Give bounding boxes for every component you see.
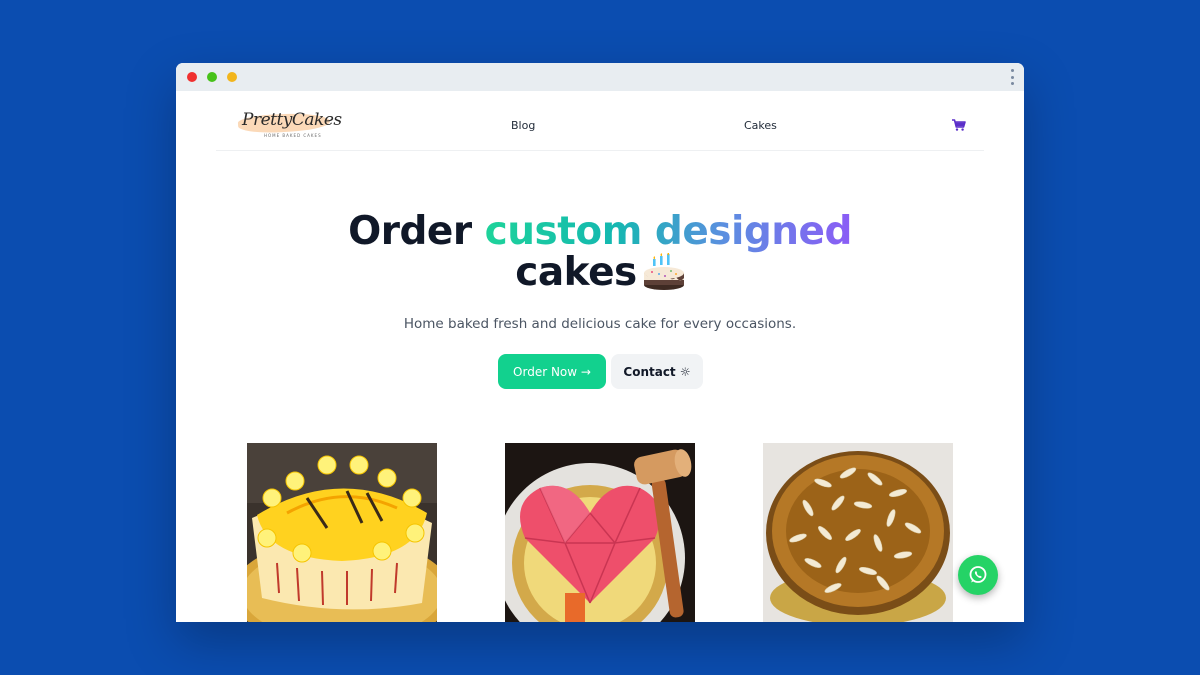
hero-title-part1: Order (348, 209, 485, 254)
birthday-cake-icon (643, 253, 684, 290)
minimize-window-dot[interactable] (227, 72, 237, 82)
logo-text: PrettyCakes (242, 110, 342, 130)
nav-link-blog[interactable]: Blog (511, 119, 535, 132)
yellow-cream-cake-photo[interactable] (247, 443, 437, 622)
nav-link-cakes[interactable]: Cakes (744, 119, 777, 132)
more-options-icon[interactable] (1011, 69, 1015, 85)
almond-topped-cake-photo[interactable] (763, 443, 953, 622)
browser-window: PrettyCakes HOME BAKED CAKES Blog Cakes … (176, 63, 1024, 622)
navbar: PrettyCakes HOME BAKED CAKES Blog Cakes (216, 91, 984, 151)
hero-title: Order custom designed cakes (176, 211, 1024, 293)
hero-title-part2: cakes (515, 250, 637, 295)
cart-icon[interactable] (952, 119, 966, 131)
whatsapp-button[interactable] (958, 555, 998, 595)
close-window-dot[interactable] (187, 72, 197, 82)
hero-title-highlight: custom designed (484, 209, 853, 254)
whatsapp-icon (969, 566, 987, 583)
hero-subtitle: Home baked fresh and delicious cake for … (403, 316, 797, 332)
logo-subtext: HOME BAKED CAKES (264, 133, 322, 138)
brand-logo[interactable]: PrettyCakes HOME BAKED CAKES (236, 107, 342, 141)
order-now-button[interactable]: Order Now → (498, 354, 606, 389)
contact-button[interactable]: Contact ☼ (611, 354, 703, 389)
pink-heart-pinata-cake-photo[interactable] (505, 443, 695, 622)
browser-titlebar (176, 63, 1024, 91)
maximize-window-dot[interactable] (207, 72, 217, 82)
